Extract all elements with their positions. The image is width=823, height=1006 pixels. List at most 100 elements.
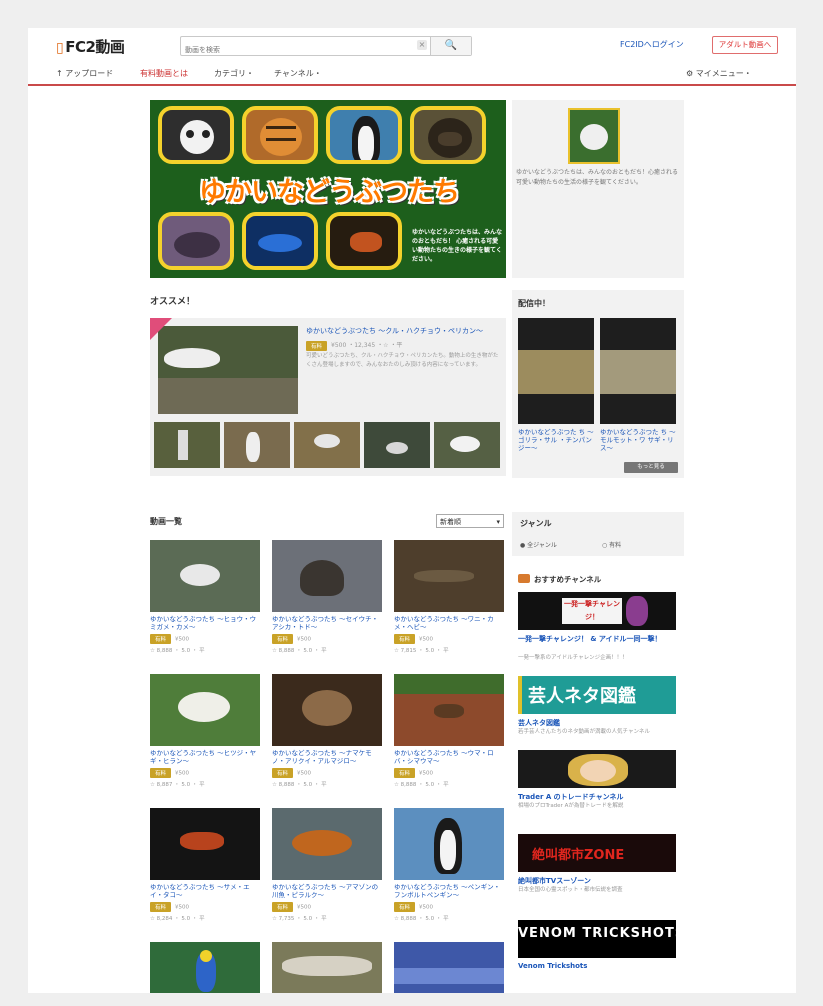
- clear-icon[interactable]: ×: [417, 40, 427, 50]
- gorilla-image: [410, 106, 486, 164]
- adult-button[interactable]: アダルト動画へ: [712, 36, 778, 54]
- now-playing-title[interactable]: ゆかいなどうぶつた ち 〜モルモット・ワ サギ・リス〜: [600, 428, 676, 452]
- video-thumbnail[interactable]: [150, 674, 260, 746]
- search-button[interactable]: 🔍: [430, 37, 471, 55]
- video-thumbnail[interactable]: [394, 540, 504, 612]
- category-menu[interactable]: カテゴリ・: [214, 68, 254, 79]
- channel-name[interactable]: Venom Trickshots: [518, 962, 678, 970]
- channel-name[interactable]: 絶叫都市TVスーゾーン: [518, 876, 678, 886]
- video-card[interactable]: [272, 942, 382, 993]
- channel-banner[interactable]: VENOM TRICKSHOTS: [518, 920, 676, 958]
- video-card[interactable]: ゆかいなどうぶつたち 〜アマゾンの川魚・ピラルク〜 有料 ¥500 ☆ 7,735…: [272, 808, 382, 922]
- genre-option-all[interactable]: ● 全ジャンル: [520, 540, 557, 549]
- video-title[interactable]: ゆかいなどうぶつたち 〜セイウチ・アシカ・トド〜: [272, 615, 382, 631]
- video-thumbnail[interactable]: [394, 942, 504, 993]
- channel-banner-text: 一発一撃チャレンジ！: [562, 598, 622, 624]
- paid-badge: 有料: [306, 340, 328, 351]
- video-stats: ☆ 7,815 ・ 5.0 ・ 平: [394, 648, 449, 654]
- video-title[interactable]: ゆかいなどうぶつたち 〜ナマケモノ・アリクイ・アルマジロ〜: [272, 749, 382, 765]
- video-title[interactable]: ゆかいなどうぶつたち 〜ウマ・ロバ・シマウマ〜: [394, 749, 504, 765]
- channel-menu[interactable]: チャンネル・: [274, 68, 322, 79]
- video-price-row: 有料 ¥500: [272, 634, 382, 644]
- channel-name[interactable]: 芸人ネタ図鑑: [518, 718, 678, 728]
- recommend-thumbnail[interactable]: [158, 326, 298, 414]
- video-card[interactable]: ゆかいなどうぶつたち 〜ワニ・カメ・ヘビ〜 有料 ¥500 ☆ 7,815 ・ 5…: [394, 540, 504, 654]
- now-playing-title[interactable]: ゆかいなどうぶつた ち 〜ゴリラ・サル ・チンパンジー〜: [518, 428, 594, 452]
- video-title[interactable]: ゆかいなどうぶつたち 〜アマゾンの川魚・ピラルク〜: [272, 883, 382, 899]
- channel-thumbnail[interactable]: [568, 108, 620, 164]
- video-title[interactable]: ゆかいなどうぶつたち 〜ペンギン・フンボルトペンギン〜: [394, 883, 504, 899]
- now-playing-thumbnail[interactable]: [600, 318, 676, 424]
- video-title[interactable]: ゆかいなどうぶつたち 〜ヒョウ・ウミガメ・カメ〜: [150, 615, 260, 631]
- paid-badge: 有料: [272, 634, 294, 644]
- video-card[interactable]: ゆかいなどうぶつたち 〜ヒョウ・ウミガメ・カメ〜 有料 ¥500 ☆ 8,888 …: [150, 540, 260, 654]
- video-card[interactable]: ゆかいなどうぶつたち 〜サメ・エイ・タコ〜 有料 ¥500 ☆ 8,284 ・ 5…: [150, 808, 260, 922]
- top-header: ▯FC2動画 × 🔍 FC2IDへログイン アダルト動画へ: [28, 28, 796, 60]
- video-card[interactable]: ゆかいなどうぶつたち 〜ナマケモノ・アリクイ・アルマジロ〜 有料 ¥500 ☆ 8…: [272, 674, 382, 788]
- video-title[interactable]: ゆかいなどうぶつたち 〜ヒツジ・ヤギ・ヒラン〜: [150, 749, 260, 765]
- video-title[interactable]: ゆかいなどうぶつたち 〜ワニ・カメ・ヘビ〜: [394, 615, 504, 631]
- recommend-video-title[interactable]: ゆかいなどうぶつたち 〜クル・ハクチョウ・ペリカン〜: [306, 326, 500, 336]
- my-menu[interactable]: ⚙ マイメニュー・: [686, 68, 752, 79]
- more-button[interactable]: もっと見る: [624, 462, 678, 473]
- video-card[interactable]: ゆかいなどうぶつたち 〜ヒツジ・ヤギ・ヒラン〜 有料 ¥500 ☆ 8,887 ・…: [150, 674, 260, 788]
- genre-option-paid[interactable]: ○ 有料: [602, 540, 621, 549]
- video-card[interactable]: ゆかいなどうぶつたち 〜セイウチ・アシカ・トド〜 有料 ¥500 ☆ 8,888 …: [272, 540, 382, 654]
- channel-banner[interactable]: 芸人ネタ図鑑: [518, 676, 676, 714]
- recommend-meta: 有料 ¥500 ・12,345 ・☆ ・平: [306, 340, 402, 351]
- video-card[interactable]: ゆかいなどうぶつたち 〜ペンギン・フンボルトペンギン〜 有料 ¥500 ☆ 8,8…: [394, 808, 504, 922]
- video-thumbnail[interactable]: [394, 808, 504, 880]
- video-price: ¥500: [297, 770, 312, 777]
- video-thumbnail[interactable]: [272, 808, 382, 880]
- channel-banner[interactable]: 絶叫都市ZONE: [518, 834, 676, 872]
- video-thumbnail[interactable]: [150, 808, 260, 880]
- scene-thumbnail[interactable]: [224, 422, 290, 468]
- search-box: × 🔍: [180, 36, 472, 59]
- search-input[interactable]: [181, 41, 437, 59]
- banner-info-text: ゆかいなどうぶつたちは、みんなのおともだち！心癒される可愛い動物たちの生活の様子…: [516, 169, 679, 186]
- video-stats: ☆ 8,888 ・ 5.0 ・ 平: [272, 648, 327, 654]
- logo-text: FC2動画: [65, 38, 125, 56]
- video-stats: ☆ 7,735 ・ 5.0 ・ 平: [272, 916, 327, 922]
- video-thumbnail[interactable]: [272, 942, 382, 993]
- scene-thumbnail[interactable]: [154, 422, 220, 468]
- video-price: ¥500: [419, 636, 434, 643]
- channel-name[interactable]: Trader A のトレードチャンネル: [518, 792, 678, 802]
- banner-title: ゆかいなどうぶつたち: [199, 177, 460, 208]
- now-playing-thumbnail[interactable]: [518, 318, 594, 424]
- video-price-row: 有料 ¥500: [272, 768, 382, 778]
- channel-banner[interactable]: 一発一撃チャレンジ！: [518, 592, 676, 630]
- channel-banner[interactable]: [518, 750, 676, 788]
- sort-select[interactable]: 新着順 ▾: [436, 514, 504, 528]
- scene-thumbnail[interactable]: [364, 422, 430, 468]
- video-title[interactable]: ゆかいなどうぶつたち 〜サメ・エイ・タコ〜: [150, 883, 260, 899]
- upload-link[interactable]: ↑ アップロード: [56, 68, 113, 79]
- recommended-channels: おすすめチャンネル 一発一撃チャレンジ！ 一発一撃チャレンジ！ & アイドル一同…: [512, 566, 684, 986]
- tiger-image: [242, 106, 318, 164]
- scene-thumbnail[interactable]: [434, 422, 500, 468]
- feature-banner[interactable]: ゆかいなどうぶつたち ゆかいなどうぶつたちは、みんなのおともだち！ 心癒される可…: [150, 100, 506, 278]
- video-price-row: 有料 ¥500: [150, 902, 260, 912]
- paid-badge: 有料: [150, 768, 172, 778]
- login-link[interactable]: FC2IDへログイン: [620, 39, 684, 50]
- channel-banner-text: 芸人ネタ図鑑: [528, 686, 636, 707]
- tv-icon: [518, 574, 530, 583]
- video-card[interactable]: [150, 942, 260, 993]
- scene-thumbnail[interactable]: [294, 422, 360, 468]
- video-thumbnail[interactable]: [272, 540, 382, 612]
- channel-name[interactable]: 一発一撃チャレンジ！ & アイドル一同一撃！: [518, 634, 678, 644]
- video-price: ¥500: [175, 636, 190, 643]
- paid-video-link[interactable]: 有料動画とは: [140, 68, 188, 79]
- video-card[interactable]: [394, 942, 504, 993]
- video-price: ¥500: [175, 904, 190, 911]
- fc2-logo[interactable]: ▯ FC2動画: [56, 36, 125, 57]
- video-thumbnail[interactable]: [150, 540, 260, 612]
- page: ▯FC2動画 × 🔍 FC2IDへログイン アダルト動画へ ↑ アップロード 有…: [28, 28, 796, 993]
- video-thumbnail[interactable]: [394, 674, 504, 746]
- video-thumbnail[interactable]: [272, 674, 382, 746]
- video-stats: ☆ 8,284 ・ 5.0 ・ 平: [150, 916, 205, 922]
- video-card[interactable]: ゆかいなどうぶつたち 〜ウマ・ロバ・シマウマ〜 有料 ¥500 ☆ 8,888 ・…: [394, 674, 504, 788]
- recommend-meta-text: ¥500 ・12,345 ・☆ ・平: [331, 342, 403, 349]
- video-price: ¥500: [175, 770, 190, 777]
- video-thumbnail[interactable]: [150, 942, 260, 993]
